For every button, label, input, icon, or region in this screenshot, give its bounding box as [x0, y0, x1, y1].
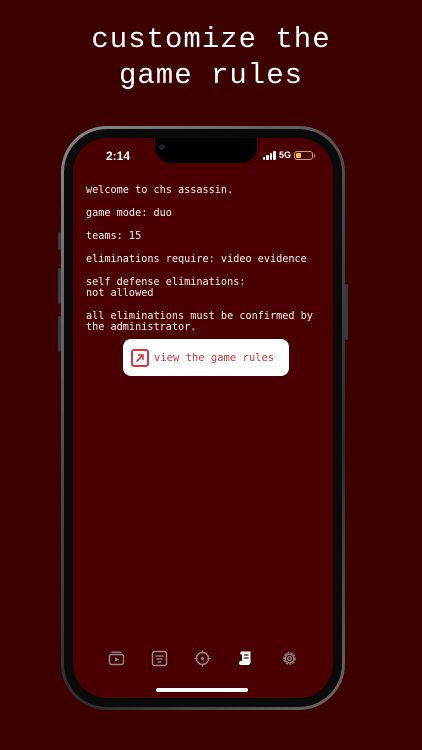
eliminations-text: eliminations require: video evidence [86, 254, 307, 265]
gear-icon [283, 651, 296, 665]
game-mode-text: game mode: duo [86, 208, 172, 219]
status-indicators: 5G [262, 150, 315, 160]
battery-icon [294, 150, 315, 160]
tab-rules[interactable] [234, 646, 258, 670]
phone-screen: 2:14 5G welcome to chs assassin. game mo… [73, 138, 333, 698]
view-game-rules-label: view the game rules [154, 351, 275, 364]
status-time: 2:14 [106, 149, 131, 163]
confirmation-text: all eliminations must be confirmed by th… [86, 311, 320, 333]
tab-bar [73, 646, 333, 670]
scroll-icon [238, 651, 251, 665]
game-settings-text: welcome to chs assassin. game mode: duo … [86, 185, 327, 345]
welcome-text: welcome to chs assassin. [86, 185, 234, 196]
signal-icon [262, 150, 276, 160]
external-link-icon [131, 348, 149, 367]
home-indicator[interactable] [156, 688, 248, 692]
headline-line-1: customize the [91, 23, 331, 56]
video-icon [108, 651, 125, 665]
view-game-rules-button[interactable]: view the game rules [123, 339, 289, 376]
phone-frame: 2:14 5G welcome to chs assassin. game mo… [61, 126, 345, 710]
phone-bezel: 2:14 5G welcome to chs assassin. game mo… [64, 129, 342, 707]
tab-settings[interactable] [277, 646, 301, 670]
notch [155, 138, 257, 163]
tab-list[interactable] [148, 646, 172, 670]
self-defense-text: self defense eliminations: not allowed [86, 277, 246, 299]
crosshair-icon [194, 650, 211, 666]
tab-video-feed[interactable] [105, 646, 129, 670]
camera-icon [159, 144, 165, 150]
battery-level [296, 152, 301, 158]
headline: customize the game rules [0, 22, 422, 94]
list-icon [152, 650, 168, 666]
tab-target[interactable] [191, 646, 215, 670]
phone-power-button [345, 284, 348, 340]
network-type: 5G [278, 150, 291, 160]
headline-line-2: game rules [118, 59, 304, 92]
teams-text: teams: 15 [86, 231, 142, 242]
